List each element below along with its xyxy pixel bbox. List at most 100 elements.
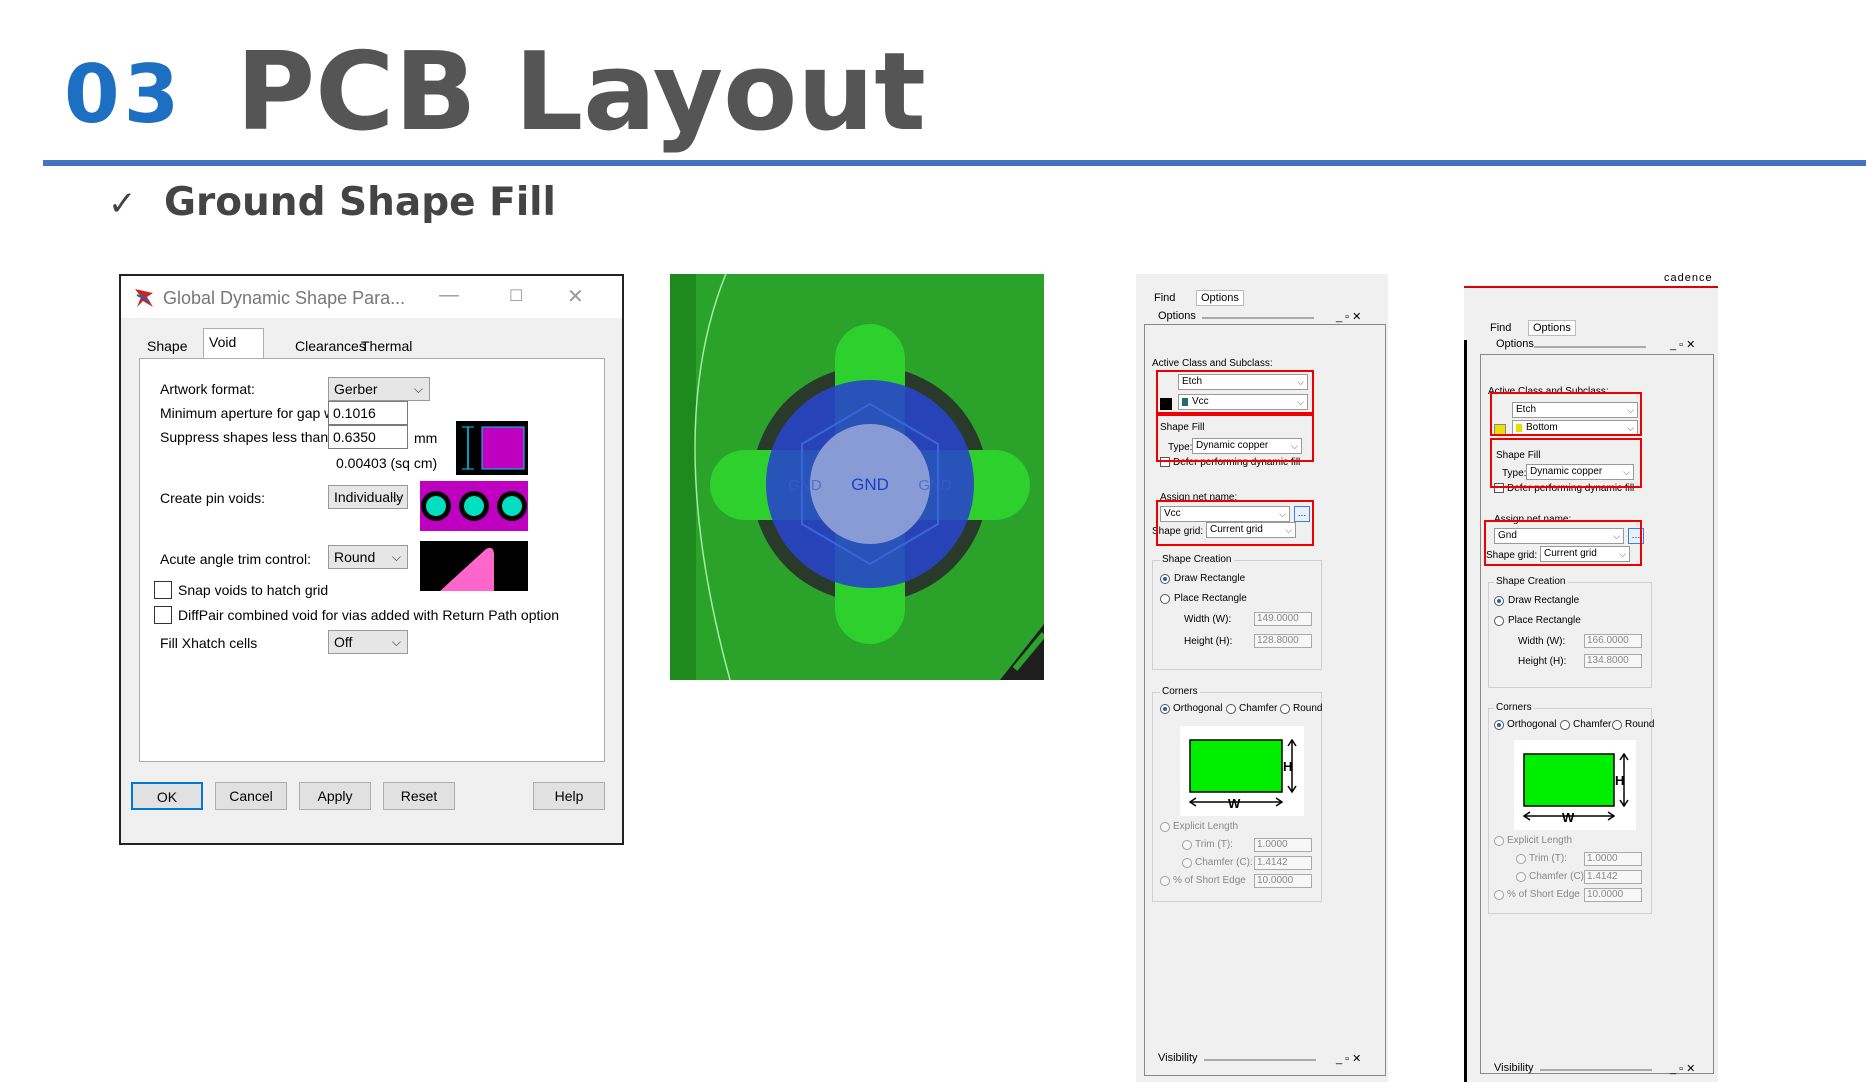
visibility-control-icons[interactable]: _ ▫ ✕ <box>1670 1062 1695 1075</box>
trim-radio[interactable] <box>1516 854 1526 864</box>
chamfer-radio[interactable] <box>1560 720 1570 730</box>
chamfer-label: Chamfer <box>1239 703 1278 714</box>
suppress-preview-image <box>456 421 528 475</box>
round-radio[interactable] <box>1280 704 1290 714</box>
dialog-title: Global Dynamic Shape Para... <box>163 288 406 308</box>
maximize-icon[interactable]: ☐ <box>509 286 523 306</box>
short-edge-input[interactable]: 10.0000 <box>1254 874 1312 888</box>
trim-label: Trim (T): <box>1529 853 1567 864</box>
suppress-unit: mm <box>414 430 438 446</box>
width-input[interactable]: 166.0000 <box>1584 634 1642 648</box>
height-input[interactable]: 128.8000 <box>1254 634 1312 648</box>
draw-rectangle-label: Draw Rectangle <box>1508 595 1580 606</box>
apply-button[interactable]: Apply <box>299 782 371 810</box>
tab-thermal-relief[interactable]: Thermal relief connects <box>355 332 423 406</box>
explicit-length-radio[interactable] <box>1160 822 1170 832</box>
chamfer-c-input[interactable]: 1.4142 <box>1584 870 1642 884</box>
reset-button[interactable]: Reset <box>383 782 455 810</box>
suppress-input[interactable]: 0.6350 <box>328 425 408 449</box>
diagram-h-label: H <box>1283 759 1292 774</box>
check-icon: ✓ <box>108 184 137 224</box>
pin-voids-label: Create pin voids: <box>160 490 266 506</box>
shape-creation-label: Shape Creation <box>1160 554 1234 565</box>
orthogonal-radio[interactable] <box>1494 720 1504 730</box>
section-subtitle: Ground Shape Fill <box>164 180 556 225</box>
trim-input[interactable]: 1.0000 <box>1254 838 1312 852</box>
width-input[interactable]: 149.0000 <box>1254 612 1312 626</box>
visibility-grip <box>1540 1069 1652 1071</box>
draw-rectangle-radio[interactable] <box>1160 574 1170 584</box>
place-rectangle-label: Place Rectangle <box>1508 615 1581 626</box>
place-rectangle-label: Place Rectangle <box>1174 593 1247 604</box>
chamfer-c-radio[interactable] <box>1516 872 1526 882</box>
page-title: PCB Layout <box>236 30 926 155</box>
height-label: Height (H): <box>1184 636 1233 647</box>
place-rectangle-radio[interactable] <box>1494 616 1504 626</box>
highlight-net-name <box>1484 520 1642 566</box>
draw-rectangle-radio[interactable] <box>1494 596 1504 606</box>
minimize-icon[interactable]: — <box>439 284 459 307</box>
app-icon <box>133 287 155 309</box>
tab-shape-fill[interactable]: Shape fill <box>141 332 193 380</box>
trim-radio[interactable] <box>1182 840 1192 850</box>
chevron-down-icon: ⌵ <box>391 490 401 504</box>
section-number: 03 <box>64 48 184 141</box>
active-class-label: Active Class and Subclass: <box>1152 358 1273 369</box>
tab-find[interactable]: Find <box>1490 322 1511 334</box>
visibility-control-icons[interactable]: _ ▫ ✕ <box>1336 1052 1361 1065</box>
width-label: Width (W): <box>1518 636 1566 647</box>
header-grip <box>1534 346 1646 348</box>
orthogonal-radio[interactable] <box>1160 704 1170 714</box>
tab-options[interactable]: Options <box>1528 320 1576 336</box>
snap-voids-checkbox[interactable] <box>154 581 172 599</box>
short-edge-radio[interactable] <box>1494 890 1504 900</box>
height-input[interactable]: 134.8000 <box>1584 654 1642 668</box>
chamfer-label: Chamfer <box>1573 719 1612 730</box>
panel-control-icons[interactable]: _ ▫ ✕ <box>1670 338 1695 351</box>
round-label: Round <box>1625 719 1655 730</box>
tab-find[interactable]: Find <box>1154 292 1175 304</box>
min-aperture-input[interactable]: 0.1016 <box>328 401 408 425</box>
global-dynamic-shape-dialog: Global Dynamic Shape Para... — ☐ ✕ Shape… <box>119 274 624 845</box>
trim-input[interactable]: 1.0000 <box>1584 852 1642 866</box>
round-radio[interactable] <box>1612 720 1622 730</box>
xhatch-select[interactable]: Off ⌵ <box>328 630 408 654</box>
corners-label: Corners <box>1494 702 1534 713</box>
short-edge-input[interactable]: 10.0000 <box>1584 888 1642 902</box>
short-edge-label: % of Short Edge <box>1173 875 1246 886</box>
explicit-length-label: Explicit Length <box>1173 821 1239 832</box>
chamfer-c-radio[interactable] <box>1182 858 1192 868</box>
explicit-length-radio[interactable] <box>1494 836 1504 846</box>
help-button[interactable]: Help <box>533 782 605 810</box>
artwork-format-select[interactable]: Gerber RS274X⌵ <box>328 377 430 419</box>
cancel-button[interactable]: Cancel <box>215 782 287 810</box>
pin-voids-select[interactable]: Individually ⌵ <box>328 485 408 509</box>
visibility-header[interactable]: Visibility <box>1494 1062 1534 1074</box>
chevron-down-icon: ⌵ <box>413 382 423 396</box>
corners-label: Corners <box>1160 686 1200 697</box>
round-label: Round <box>1293 703 1323 714</box>
chamfer-radio[interactable] <box>1226 704 1236 714</box>
explicit-length-label: Explicit Length <box>1507 835 1573 846</box>
acute-angle-select[interactable]: Round ⌵ <box>328 545 408 569</box>
close-icon[interactable]: ✕ <box>567 284 584 309</box>
diffpair-checkbox[interactable] <box>154 606 172 624</box>
shape-creation-label: Shape Creation <box>1494 576 1568 587</box>
highlight-class <box>1156 370 1314 414</box>
short-edge-radio[interactable] <box>1160 876 1170 886</box>
place-rectangle-radio[interactable] <box>1160 594 1170 604</box>
options-panel-vcc: Find Options Options _ ▫ ✕ Active Class … <box>1136 274 1388 1082</box>
chamfer-c-input[interactable]: 1.4142 <box>1254 856 1312 870</box>
orthogonal-label: Orthogonal <box>1173 703 1223 714</box>
ok-button[interactable]: OK <box>131 782 203 810</box>
panel-control-icons[interactable]: _ ▫ ✕ <box>1336 310 1361 323</box>
visibility-header[interactable]: Visibility <box>1158 1052 1198 1064</box>
rectangle-diagram: H W <box>1514 740 1636 830</box>
acute-angle-label: Acute angle trim control: <box>160 551 311 567</box>
tab-options[interactable]: Options <box>1196 290 1244 306</box>
width-label: Width (W): <box>1184 614 1232 625</box>
tab-void-controls[interactable]: Void controls <box>203 328 265 376</box>
panel-left-border <box>1464 340 1467 1082</box>
highlight-class <box>1490 392 1642 436</box>
diagram-w-label: W <box>1228 796 1241 811</box>
